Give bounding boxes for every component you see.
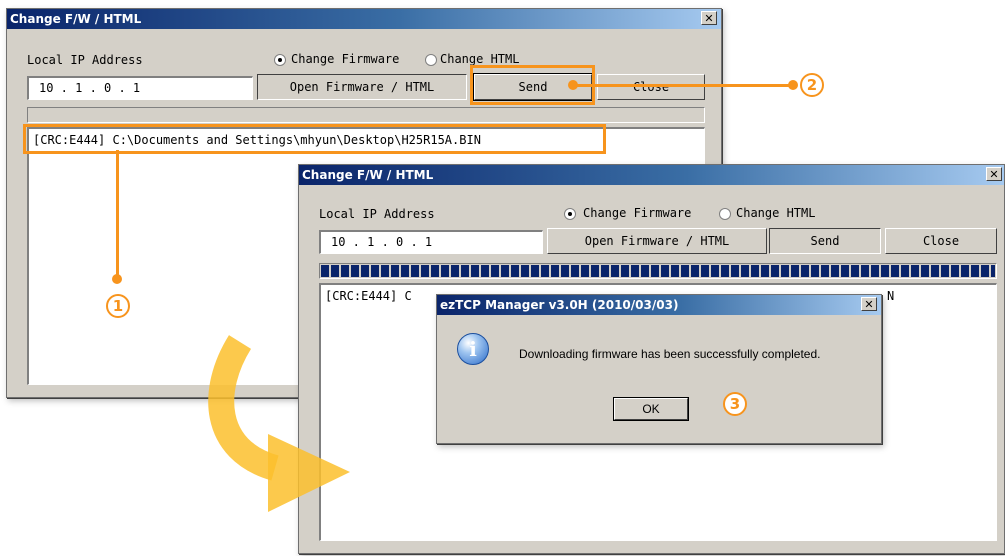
transition-arrow-icon [208,335,350,512]
close-icon[interactable]: ✕ [861,297,877,311]
ip-label: Local IP Address [27,53,143,67]
highlight-log-line [23,124,606,154]
callout-1-dot [112,274,122,284]
progress-bar [319,263,997,279]
dialog-titlebar: ezTCP Manager v3.0H (2010/03/03) [437,295,881,315]
callout-2-dot-end [788,80,798,90]
radio-change-firmware[interactable] [274,54,286,66]
window-titlebar: Change F/W / HTML [299,165,1004,185]
ip-address-field[interactable]: 10 . 1 . 0 . 1 [27,76,253,100]
ip-address-field[interactable]: 10 . 1 . 0 . 1 [319,230,543,254]
ok-button[interactable]: OK [613,397,689,421]
close-button[interactable]: Close [885,228,997,254]
window-title: Change F/W / HTML [10,12,142,26]
radio-change-html-label: Change HTML [736,206,816,220]
log-line-end: N [887,289,895,303]
radio-change-html[interactable] [425,54,437,66]
callout-2-marker: 2 [800,73,824,97]
success-dialog: ezTCP Manager v3.0H (2010/03/03) ✕ i Dow… [436,294,882,444]
close-button[interactable]: Close [597,74,705,100]
close-icon[interactable]: ✕ [701,11,717,25]
window-title: Change F/W / HTML [302,168,434,182]
radio-change-firmware[interactable] [564,208,576,220]
callout-1-marker: 1 [106,294,130,318]
open-firmware-button[interactable]: Open Firmware / HTML [547,228,767,254]
callout-2-line [574,84,792,87]
progress-bar [27,107,705,123]
radio-change-firmware-label: Change Firmware [291,52,400,66]
send-button[interactable]: Send [769,228,881,254]
dialog-message: Downloading firmware has been successful… [519,347,821,361]
close-icon[interactable]: ✕ [986,167,1002,181]
open-firmware-button[interactable]: Open Firmware / HTML [257,74,467,100]
log-line-start: [CRC:E444] C [325,289,412,303]
ip-label: Local IP Address [319,207,435,221]
radio-change-html-label: Change HTML [440,52,520,66]
callout-3-marker: 3 [723,392,747,416]
radio-change-firmware-label: Change Firmware [583,206,692,220]
dialog-title: ezTCP Manager v3.0H (2010/03/03) [440,298,679,312]
callout-1-line [116,150,119,278]
window-titlebar: Change F/W / HTML [7,9,721,29]
radio-change-html[interactable] [719,208,731,220]
info-icon: i [457,333,489,365]
info-glyph: i [469,337,477,361]
progress-fill [321,265,995,277]
